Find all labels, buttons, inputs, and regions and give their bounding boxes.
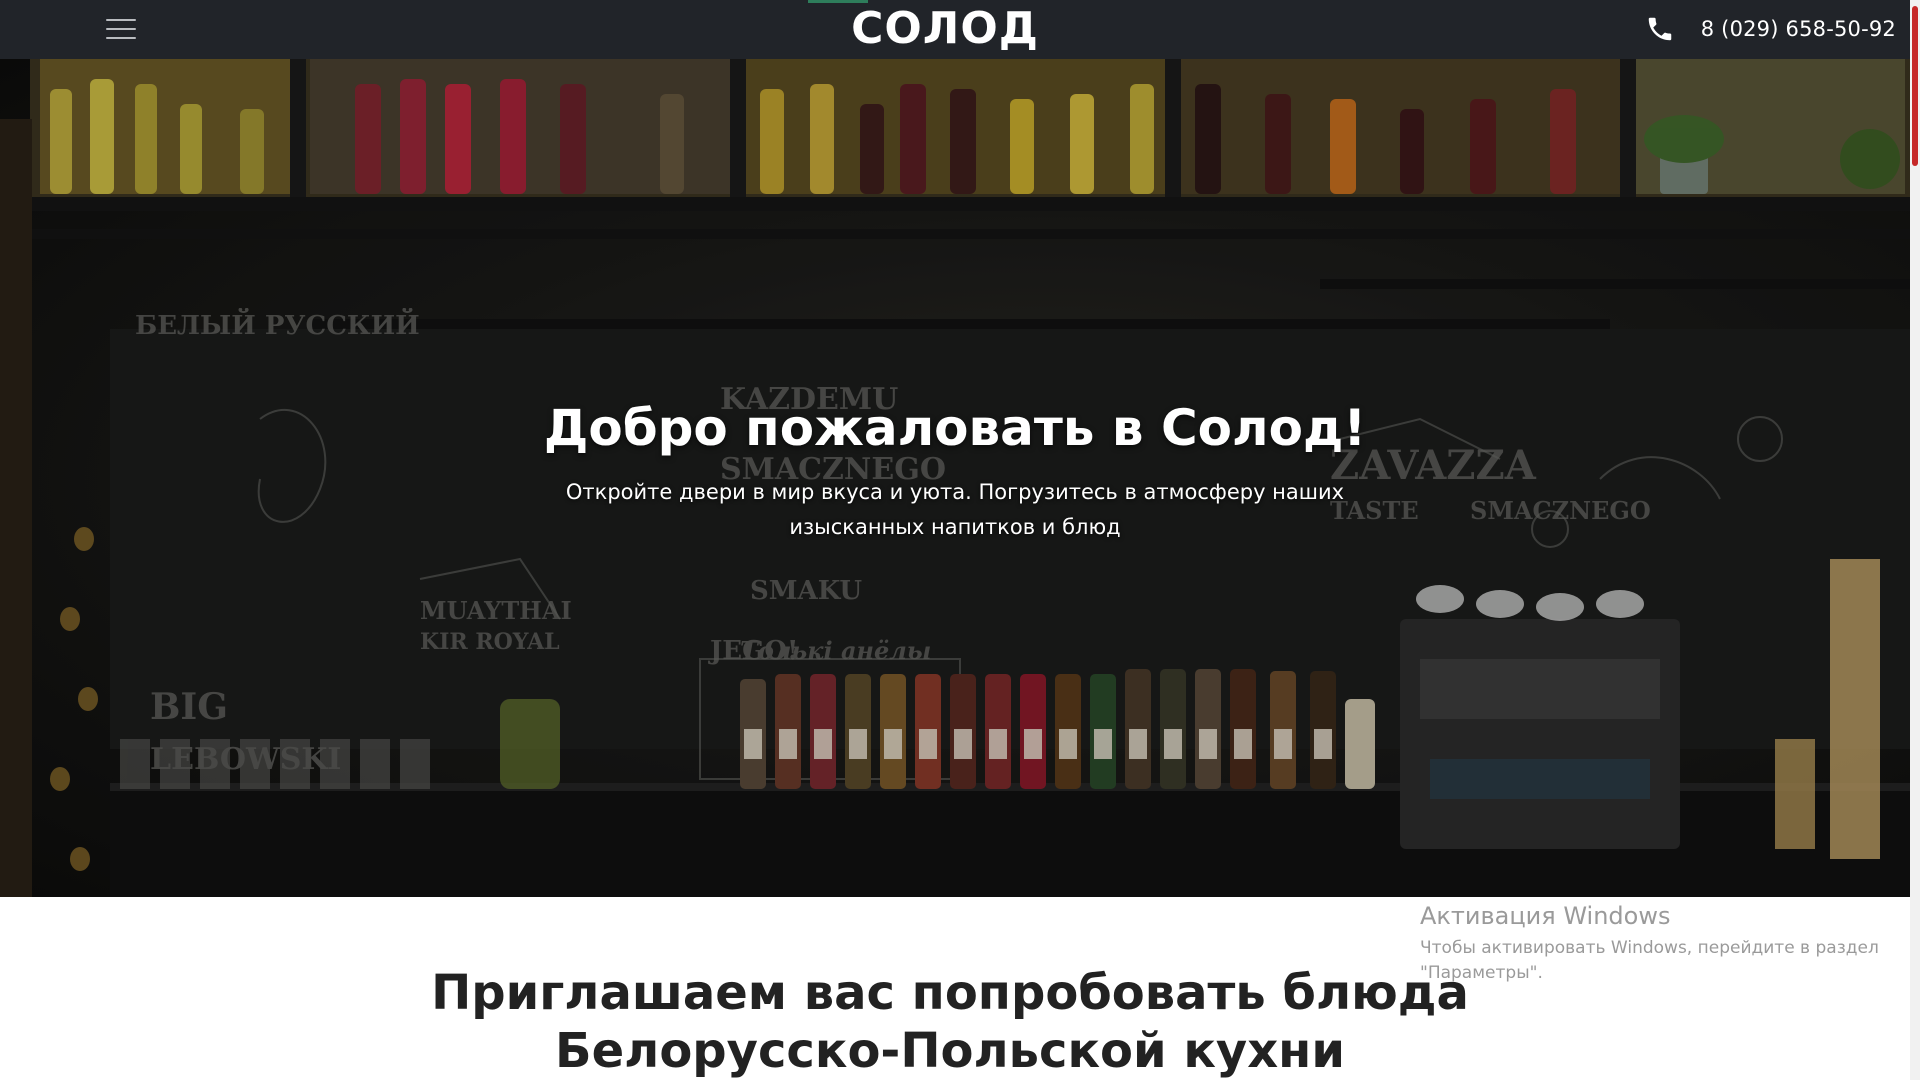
windows-activation-text: Чтобы активировать Windows, перейдите в …: [1420, 938, 1879, 983]
hero-title: Добро пожаловать в Солод!: [543, 399, 1367, 457]
scrollbar-thumb[interactable]: [1912, 6, 1918, 166]
phone-icon: [1648, 17, 1671, 41]
phone-contact[interactable]: 8 (029) 658-50-92: [1645, 12, 1896, 46]
windows-activation-title: Активация Windows: [1420, 902, 1671, 930]
hero-banner: БЕЛЫЙ РУССКИЙ KAZDEMU SMACZNEGO SMAKU JE…: [0, 59, 1910, 897]
page-scrollbar[interactable]: [1910, 0, 1920, 1080]
hero-subtitle: Откройте двери в мир вкуса и уюта. Погру…: [565, 480, 1345, 539]
page: СОЛОД 8 (029) 658-50-92 БЕЛЫЙ РУССКИЙ KA…: [0, 0, 1920, 1080]
phone-number[interactable]: 8 (029) 658-50-92: [1701, 17, 1896, 41]
site-logo[interactable]: СОЛОД: [850, 6, 1040, 52]
cuisine-section-title: Приглашаем вас попробовать блюда Белорус…: [431, 965, 1469, 1079]
windows-activation-watermark: Активация Windows Чтобы активировать Win…: [1420, 900, 1890, 986]
top-navbar: СОЛОД 8 (029) 658-50-92: [0, 0, 1910, 59]
hamburger-menu-icon[interactable]: [106, 16, 136, 42]
